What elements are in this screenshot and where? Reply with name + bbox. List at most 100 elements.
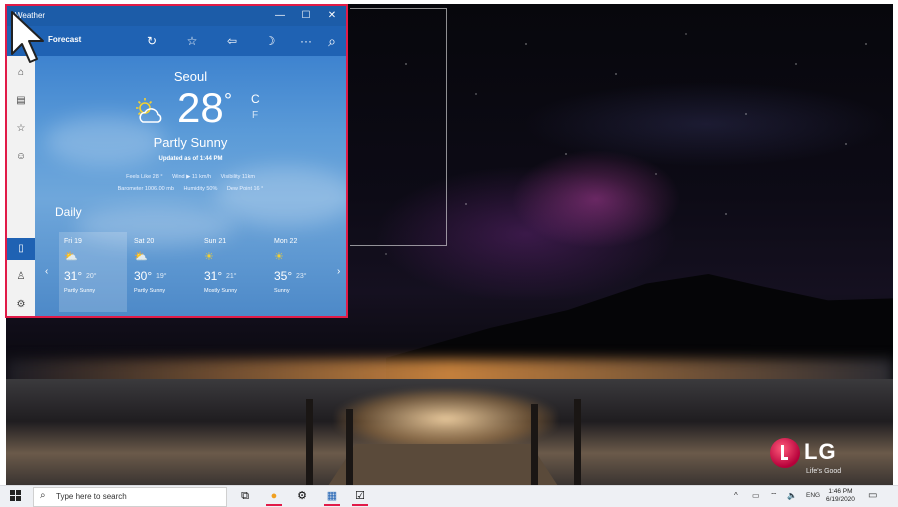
current-temperature: 28 xyxy=(177,84,224,131)
day-condition: Partly Sunny xyxy=(64,288,96,294)
day-low: 20° xyxy=(86,273,97,280)
maps-icon[interactable]: ▤ xyxy=(7,90,35,112)
weather-window: Weather — ☐ ✕ Forecast ↻ ☆ ⇦ ☽ ··· ⌕ ⌂ ▤… xyxy=(5,4,348,318)
day-name: Sat 20 xyxy=(134,238,155,245)
day-name: Sun 21 xyxy=(204,238,227,245)
battery-icon[interactable]: ▭ xyxy=(752,491,760,500)
sun-icon: ☀ xyxy=(274,251,284,263)
app-toolbar: Forecast ↻ ☆ ⇦ ☽ ··· ⌕ xyxy=(7,26,346,56)
day-low: 23° xyxy=(296,273,307,280)
day-card[interactable]: Sun 21 ☀ 31° 21° Mostly Sunny xyxy=(199,232,267,312)
settings-icon[interactable]: ⚙ xyxy=(7,294,35,316)
start-button[interactable] xyxy=(10,490,22,502)
favorites-icon[interactable]: ☆ xyxy=(7,118,35,140)
taskbar: ⌕ Type here to search ⧉ ● ⚙ ▦ ☑ ^ ▭ ⌔ 🔈 … xyxy=(0,485,898,507)
store-icon[interactable]: ▦ xyxy=(320,487,344,506)
wooden-pier xyxy=(328,444,558,485)
pier-post xyxy=(531,404,538,485)
pier-post xyxy=(346,409,353,485)
day-card[interactable]: Fri 19 ⛅ 31° 20° Partly Sunny xyxy=(59,232,127,312)
clock-time: 1:46 PM xyxy=(828,488,853,495)
current-condition: Partly Sunny xyxy=(153,135,228,150)
degree-symbol: ° xyxy=(224,90,232,112)
day-low: 21° xyxy=(226,273,237,280)
partly-sunny-icon xyxy=(136,98,162,123)
refresh-icon[interactable]: ↻ xyxy=(143,32,161,50)
system-clock[interactable]: 1:46 PM 6/19/2020 xyxy=(826,488,855,504)
windows-logo-icon xyxy=(16,496,21,501)
pier-post xyxy=(574,399,581,485)
visibility: Visibility 11km xyxy=(220,174,255,180)
show-hidden-icons-chevron-icon[interactable]: ^ xyxy=(734,491,738,500)
forecast-panel: Seoul 28 ° C F Partly Sunny Updated as o… xyxy=(35,56,346,316)
prev-days-arrow-icon[interactable]: ‹ xyxy=(45,266,48,277)
clock-date: 6/19/2020 xyxy=(826,496,855,503)
app-sidebar: ⌂ ▤ ☆ ☺ ▯ ♙ ⚙ xyxy=(7,56,35,316)
lg-emblem-icon xyxy=(770,438,800,468)
daily-heading: Daily xyxy=(55,205,82,219)
dew-point: Dew Point 16 ° xyxy=(226,186,264,192)
settings-app-icon[interactable]: ⚙ xyxy=(290,487,314,506)
mouse-cursor-icon xyxy=(11,11,44,63)
search-icon: ⌕ xyxy=(40,490,46,501)
forecast-label: Forecast xyxy=(48,35,82,44)
search-placeholder: Type here to search xyxy=(56,492,127,501)
day-card[interactable]: Sat 20 ⛅ 30° 19° Partly Sunny xyxy=(129,232,197,312)
network-icon[interactable]: ⌔ xyxy=(770,491,778,501)
search-icon[interactable]: ⌕ xyxy=(323,32,341,50)
day-high: 31° xyxy=(64,269,83,283)
water-reflection xyxy=(336,389,556,449)
lg-brand: LG xyxy=(804,439,837,464)
sun-icon: ☀ xyxy=(204,251,214,263)
home-icon[interactable]: ⌂ xyxy=(7,62,35,84)
lg-tagline: Life's Good xyxy=(806,468,842,475)
weather-app-icon[interactable]: ☑ xyxy=(348,487,372,506)
day-condition: Sunny xyxy=(274,288,290,294)
day-condition: Mostly Sunny xyxy=(204,288,238,294)
windows-logo-icon xyxy=(16,490,21,495)
fahrenheit-toggle[interactable]: F xyxy=(252,110,258,121)
details-row-1: Feels Like 28 ° Wind ▶ 11 km/h Visibilit… xyxy=(35,174,346,180)
life-icon[interactable]: ☺ xyxy=(7,146,35,168)
pin-icon[interactable]: ⇦ xyxy=(223,32,241,50)
device-icon[interactable]: ▯ xyxy=(7,238,35,260)
account-icon[interactable]: ♙ xyxy=(7,266,35,288)
title-bar[interactable]: Weather — ☐ ✕ xyxy=(7,6,346,26)
lg-logo: LG Life's Good xyxy=(770,438,880,482)
task-view-icon[interactable]: ⧉ xyxy=(233,487,257,506)
language-indicator[interactable]: ENG xyxy=(806,492,820,499)
favorite-star-icon[interactable]: ☆ xyxy=(183,32,201,50)
celsius-toggle[interactable]: C xyxy=(251,92,260,106)
day-name: Fri 19 xyxy=(64,238,82,245)
windows-logo-icon xyxy=(10,496,15,501)
partly-sunny-icon: ⛅ xyxy=(134,251,148,263)
taskbar-search[interactable]: ⌕ Type here to search xyxy=(33,487,227,507)
day-high: 35° xyxy=(274,269,293,283)
barometer: Barometer 1006.00 mb xyxy=(117,186,174,192)
day-name: Mon 22 xyxy=(274,238,298,245)
day-condition: Partly Sunny xyxy=(134,288,166,294)
moon-icon[interactable]: ☽ xyxy=(261,32,279,50)
humidity: Humidity 50% xyxy=(183,186,218,192)
day-card[interactable]: Mon 22 ☀ 35° 23° Sunny xyxy=(269,232,337,312)
more-icon[interactable]: ··· xyxy=(297,32,315,50)
pier-post xyxy=(306,399,313,485)
wind: Wind ▶ 11 km/h xyxy=(172,174,212,180)
windows-logo-icon xyxy=(10,490,15,495)
day-low: 19° xyxy=(156,273,167,280)
updated-time: Updated as of 1:44 PM xyxy=(158,156,223,162)
volume-icon[interactable]: 🔈 xyxy=(787,491,797,500)
minimize-button[interactable]: — xyxy=(269,8,291,24)
details-row-2: Barometer 1006.00 mb Humidity 50% Dew Po… xyxy=(35,186,346,192)
city-name: Seoul xyxy=(173,69,208,84)
partly-sunny-icon: ⛅ xyxy=(64,251,78,263)
notifications-icon[interactable]: ▭ xyxy=(868,490,877,501)
maximize-button[interactable]: ☐ xyxy=(295,8,317,24)
close-button[interactable]: ✕ xyxy=(321,8,343,24)
feels-like: Feels Like 28 ° xyxy=(126,174,163,180)
day-high: 31° xyxy=(204,269,223,283)
window-outline xyxy=(350,8,447,246)
day-high: 30° xyxy=(134,269,153,283)
next-days-arrow-icon[interactable]: › xyxy=(337,266,340,277)
browser-icon[interactable]: ● xyxy=(262,487,286,506)
